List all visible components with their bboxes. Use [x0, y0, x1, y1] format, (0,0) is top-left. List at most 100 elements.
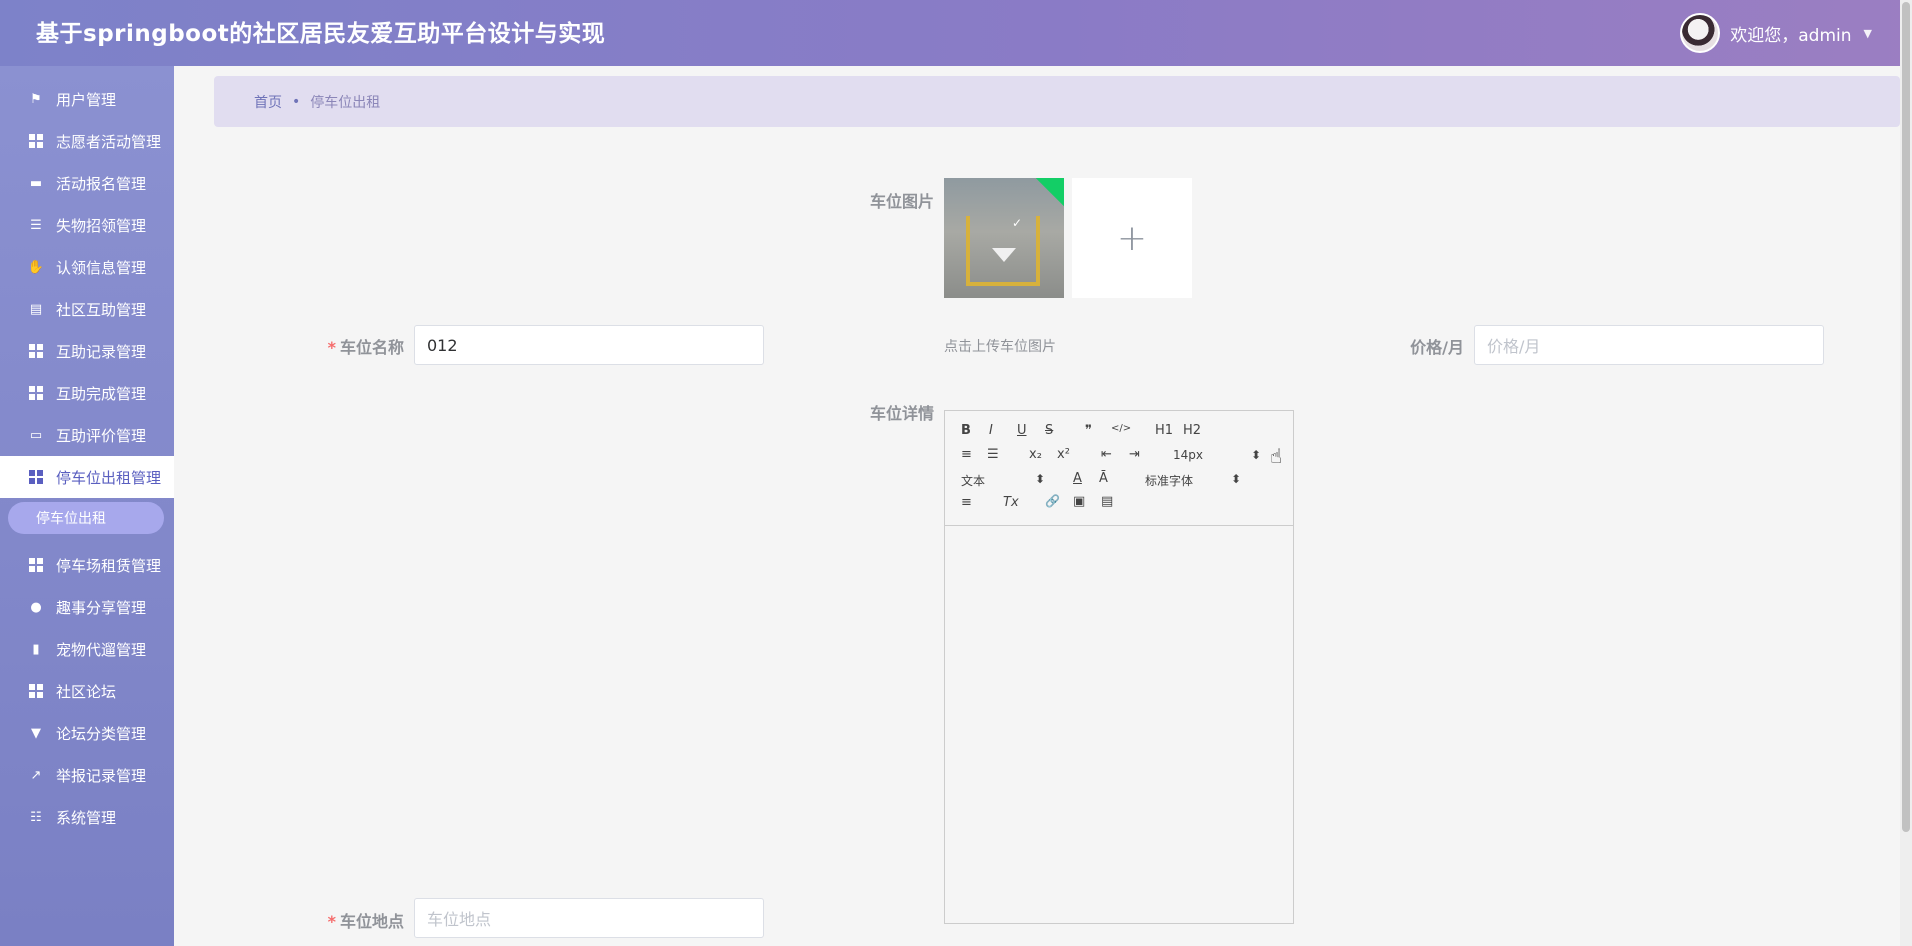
sidebar: ⚑ 用户管理 志愿者活动管理 ▬ 活动报名管理 ☰ 失物招领管理 ✋ 认领信息管… — [0, 66, 174, 946]
sidebar-item-forum-category[interactable]: ▼ 论坛分类管理 — [0, 712, 174, 754]
sidebar-item-fun-sharing[interactable]: ● 趣事分享管理 — [0, 586, 174, 628]
sidebar-item-system[interactable]: ☷ 系统管理 — [0, 796, 174, 838]
sidebar-item-activity-signup[interactable]: ▬ 活动报名管理 — [0, 162, 174, 204]
outdent-button[interactable]: ⇤ — [1101, 447, 1112, 462]
price-input[interactable]: 价格/月 — [1474, 325, 1824, 365]
breadcrumb-separator: • — [292, 93, 301, 110]
page-scrollbar[interactable] — [1900, 0, 1912, 946]
align-button[interactable]: ≡ — [961, 495, 972, 510]
font-size-arrows-icon[interactable]: ⬍ — [1251, 448, 1261, 462]
detail-label: 车位详情 — [869, 404, 934, 423]
arrow-marking — [992, 248, 1016, 262]
sidebar-item-parking-lot-lease[interactable]: 停车场租赁管理 — [0, 544, 174, 586]
sidebar-item-label: 用户管理 — [56, 90, 117, 109]
sidebar-item-claim-info[interactable]: ✋ 认领信息管理 — [0, 246, 174, 288]
bullet-list-button[interactable]: ☰ — [987, 447, 999, 462]
sidebar-item-help-completion[interactable]: 互助完成管理 — [0, 372, 174, 414]
sidebar-item-label: 系统管理 — [56, 808, 117, 827]
submenu-item-parking-rental[interactable]: 停车位出租 — [8, 502, 164, 534]
upload-tip: 点击上传车位图片 — [944, 339, 1056, 355]
breadcrumb-home[interactable]: 首页 — [254, 92, 282, 112]
stamp-icon: ▼ — [31, 725, 41, 741]
flag-icon: ⚑ — [30, 91, 42, 107]
blockquote-button[interactable]: ❞ — [1085, 423, 1092, 438]
sidebar-item-label: 失物招领管理 — [56, 216, 147, 235]
hand-icon: ✋ — [27, 259, 45, 275]
sliders-icon: ☷ — [30, 809, 42, 825]
italic-button[interactable]: I — [989, 423, 993, 438]
sidebar-item-parking-rental[interactable]: 停车位出租管理 — [0, 456, 174, 498]
sidebar-item-volunteer-activity[interactable]: 志愿者活动管理 — [0, 120, 174, 162]
video-button[interactable]: ▤ — [1101, 494, 1113, 509]
rich-text-editor[interactable]: B I U S ❞ </> H1 H2 ≡ ☰ x₂ x² ⇤ ⇥ 14px ⬍… — [944, 410, 1294, 924]
font-family-arrows-icon[interactable]: ⬍ — [1231, 472, 1241, 486]
breadcrumb-current: 停车位出租 — [310, 94, 381, 111]
sidebar-item-label: 宠物代遛管理 — [56, 640, 147, 659]
superscript-button[interactable]: x² — [1057, 447, 1070, 462]
sidebar-item-user-management[interactable]: ⚑ 用户管理 — [0, 78, 174, 120]
grid-icon — [28, 133, 44, 149]
header-2-button[interactable]: H2 — [1183, 423, 1201, 438]
sidebar-item-label: 社区论坛 — [56, 682, 117, 701]
sidebar-item-label: 停车位出租管理 — [56, 468, 162, 487]
header-select[interactable]: 文本 — [961, 472, 985, 489]
name-label: * 车位名称 — [300, 334, 404, 358]
header-1-button[interactable]: H1 — [1155, 423, 1173, 438]
briefcase-icon: ▬ — [29, 175, 43, 191]
editor-content-area[interactable] — [945, 526, 1293, 924]
sidebar-item-label: 认领信息管理 — [56, 258, 147, 277]
sidebar-item-pet-walking[interactable]: ▮ 宠物代遛管理 — [0, 628, 174, 670]
sidebar-item-label: 停车场租赁管理 — [56, 556, 162, 575]
parking-name-input[interactable]: 012 — [414, 325, 764, 365]
indent-button[interactable]: ⇥ — [1129, 447, 1140, 462]
clean-format-button[interactable]: Tx — [1003, 495, 1019, 510]
ordered-list-button[interactable]: ≡ — [961, 447, 972, 462]
person-icon: ● — [30, 599, 42, 615]
required-mark: * — [327, 338, 336, 357]
grid-icon — [28, 683, 44, 699]
location-input[interactable]: 车位地点 — [414, 898, 764, 938]
avatar[interactable] — [1680, 13, 1721, 53]
sidebar-item-label: 举报记录管理 — [56, 766, 147, 785]
strike-button[interactable]: S — [1045, 423, 1053, 438]
sidebar-item-help-evaluation[interactable]: ▭ 互助评价管理 — [0, 414, 174, 456]
bar-chart-icon: ▮ — [32, 641, 40, 657]
editor-toolbar: B I U S ❞ </> H1 H2 ≡ ☰ x₂ x² ⇤ ⇥ 14px ⬍… — [945, 411, 1293, 526]
sidebar-item-lost-found[interactable]: ☰ 失物招领管理 — [0, 204, 174, 246]
grid-icon — [28, 469, 44, 485]
location-label-text: 车位地点 — [339, 912, 404, 931]
sidebar-item-community-help[interactable]: ▤ 社区互助管理 — [0, 288, 174, 330]
comment-icon: ▭ — [29, 427, 43, 443]
sidebar-item-forum[interactable]: 社区论坛 — [0, 670, 174, 712]
location-label: * 车位地点 — [300, 908, 404, 932]
uploaded-image-thumbnail[interactable]: ✓ — [944, 178, 1064, 298]
header-arrows-icon[interactable]: ⬍ — [1035, 472, 1045, 486]
sidebar-item-label: 论坛分类管理 — [56, 724, 147, 743]
user-menu[interactable]: 欢迎您，admin ▼ — [1680, 11, 1872, 55]
background-color-button[interactable]: Ā — [1099, 471, 1108, 486]
bold-button[interactable]: B — [961, 423, 971, 438]
breadcrumb: 首页 • 停车位出租 — [214, 76, 1900, 127]
font-size-select[interactable]: 14px — [1173, 448, 1203, 462]
upload-add-button[interactable]: + — [1072, 178, 1192, 298]
welcome-text[interactable]: 欢迎您，admin — [1730, 21, 1851, 46]
sidebar-item-report-records[interactable]: ↗ 举报记录管理 — [0, 754, 174, 796]
sidebar-item-help-records[interactable]: 互助记录管理 — [0, 330, 174, 372]
link-button[interactable]: 🔗 — [1045, 494, 1060, 508]
font-family-select[interactable]: 标准字体 — [1145, 472, 1193, 489]
caret-down-icon[interactable]: ▼ — [1864, 27, 1872, 40]
underline-button[interactable]: U — [1017, 423, 1027, 438]
image-button[interactable]: ▣ — [1073, 494, 1085, 509]
sidebar-item-label: 互助完成管理 — [56, 384, 147, 403]
grid-icon — [28, 385, 44, 401]
name-label-text: 车位名称 — [339, 338, 404, 357]
sidebar-item-label: 社区互助管理 — [56, 300, 147, 319]
font-color-button[interactable]: A — [1073, 471, 1082, 486]
code-block-button[interactable]: </> — [1111, 423, 1131, 434]
scrollbar-thumb[interactable] — [1902, 2, 1910, 832]
check-icon: ✓ — [1012, 216, 1023, 230]
upload-success-badge — [1035, 178, 1064, 207]
subscript-button[interactable]: x₂ — [1029, 447, 1042, 462]
sidebar-item-label: 互助记录管理 — [56, 342, 147, 361]
image-label: 车位图片 — [869, 192, 934, 211]
